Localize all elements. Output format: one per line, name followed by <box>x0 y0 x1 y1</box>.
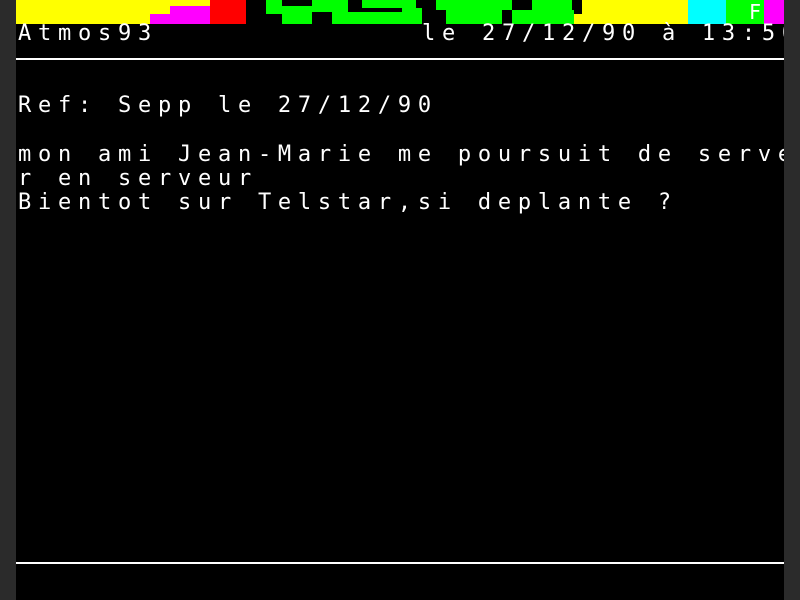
mosaic-yellow-block <box>170 0 210 6</box>
message-reference: Ref: Sepp le 27/12/90 <box>18 93 438 118</box>
message-line: r en serveur <box>18 166 258 191</box>
message-line: mon ami Jean-Marie me poursuit de serveu <box>18 142 784 167</box>
mosaic-green-block <box>532 0 572 10</box>
mosaic-green-block <box>266 0 282 14</box>
mosaic-green-block <box>436 0 512 10</box>
mosaic-magenta-block <box>170 6 210 24</box>
mosaic-yellow-block <box>150 0 170 14</box>
mosaic-green-block <box>312 0 348 12</box>
message-line: Bientot sur Telstar,si deplante ? <box>18 190 678 215</box>
footer-divider <box>16 562 784 564</box>
mosaic-green-block <box>362 0 416 8</box>
mosaic-green-block <box>282 6 312 24</box>
minitel-screen: F Atmos93 le 27/12/90 à 13:50 Ref: Sepp … <box>16 0 784 600</box>
header-divider <box>16 58 784 60</box>
mosaic-green-block <box>332 12 402 24</box>
mosaic-green-block <box>402 8 422 24</box>
header-datetime: le 27/12/90 à 13:50 <box>422 21 784 46</box>
mosaic-red-block <box>210 0 246 24</box>
service-name: Atmos93 <box>18 21 158 46</box>
